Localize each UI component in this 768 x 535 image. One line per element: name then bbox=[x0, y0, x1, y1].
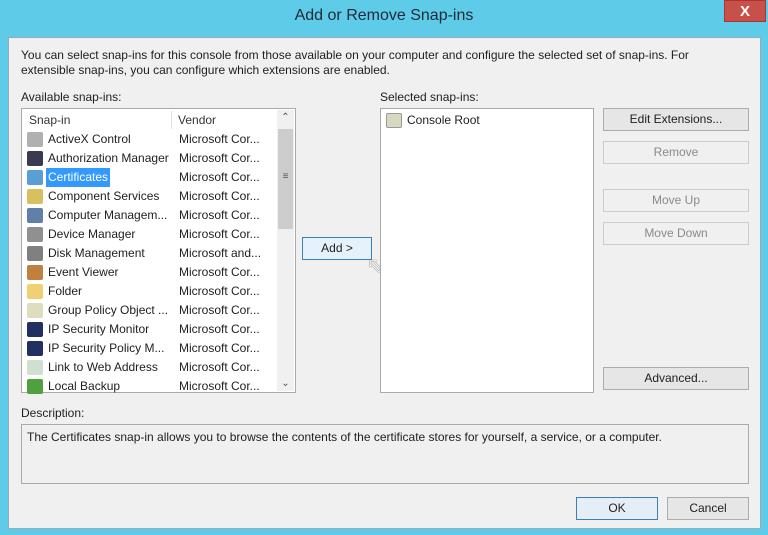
ip-security-monitor-icon bbox=[27, 322, 43, 337]
list-item[interactable]: Local Backup Microsoft Cor... bbox=[24, 377, 274, 396]
edit-extensions-button[interactable]: Edit Extensions... bbox=[603, 108, 749, 131]
cancel-button[interactable]: Cancel bbox=[667, 497, 749, 520]
list-item[interactable]: Computer Managem... Microsoft Cor... bbox=[24, 206, 274, 225]
snapin-vendor: Microsoft Cor... bbox=[179, 265, 260, 279]
description-text: The Certificates snap-in allows you to b… bbox=[27, 430, 662, 444]
list-item[interactable]: ActiveX Control Microsoft Cor... bbox=[24, 130, 274, 149]
remove-button[interactable]: Remove bbox=[603, 141, 749, 164]
scrollbar[interactable]: ⌃ ≡ ⌄ bbox=[277, 110, 294, 391]
list-item[interactable]: Device Manager Microsoft Cor... bbox=[24, 225, 274, 244]
snapin-vendor: Microsoft Cor... bbox=[179, 170, 260, 184]
snapin-vendor: Microsoft Cor... bbox=[179, 227, 260, 241]
list-item[interactable]: IP Security Monitor Microsoft Cor... bbox=[24, 320, 274, 339]
list-item[interactable]: Group Policy Object ... Microsoft Cor... bbox=[24, 301, 274, 320]
snapin-name: Computer Managem... bbox=[48, 208, 168, 222]
snapin-name: Device Manager bbox=[48, 227, 136, 241]
snapin-name: Certificates bbox=[46, 168, 111, 187]
certificates-icon bbox=[27, 170, 43, 185]
list-item[interactable]: Certificates Microsoft Cor... bbox=[24, 168, 274, 187]
snapin-name: IP Security Policy M... bbox=[48, 341, 165, 355]
event-viewer-icon bbox=[27, 265, 43, 280]
move-down-button[interactable]: Move Down bbox=[603, 222, 749, 245]
folder-icon bbox=[27, 284, 43, 299]
snapin-vendor: Microsoft Cor... bbox=[179, 341, 260, 355]
intro-text: You can select snap-ins for this console… bbox=[21, 48, 689, 77]
computer-management-icon bbox=[27, 208, 43, 223]
scroll-up-icon[interactable]: ⌃ bbox=[277, 112, 294, 123]
snapin-name: Event Viewer bbox=[48, 265, 119, 279]
authorization-icon bbox=[27, 151, 43, 166]
available-label: Available snap-ins: bbox=[21, 90, 122, 104]
selected-list[interactable]: Console Root bbox=[380, 108, 594, 393]
add-button[interactable]: Add > bbox=[302, 237, 372, 260]
snapin-vendor: Microsoft Cor... bbox=[179, 151, 260, 165]
snapin-name: ActiveX Control bbox=[48, 132, 131, 146]
snapin-vendor: Microsoft Cor... bbox=[179, 322, 260, 336]
list-item[interactable]: Disk Management Microsoft and... bbox=[24, 244, 274, 263]
close-button[interactable]: X bbox=[724, 0, 766, 22]
component-services-icon bbox=[27, 189, 43, 204]
list-item[interactable]: Console Root bbox=[383, 111, 633, 130]
advanced-button[interactable]: Advanced... bbox=[603, 367, 749, 390]
activex-icon bbox=[27, 132, 43, 147]
dialog-body: You can select snap-ins for this console… bbox=[8, 37, 761, 529]
snapin-name: Link to Web Address bbox=[48, 360, 158, 374]
snapin-name: IP Security Monitor bbox=[48, 322, 150, 336]
snapin-vendor: Microsoft Cor... bbox=[179, 303, 260, 317]
description-box: The Certificates snap-in allows you to b… bbox=[21, 424, 749, 484]
group-policy-icon bbox=[27, 303, 43, 318]
available-list[interactable]: Snap-in Vendor ActiveX Control Microsoft … bbox=[21, 108, 296, 396]
list-item[interactable]: Folder Microsoft Cor... bbox=[24, 282, 274, 301]
list-item[interactable]: Link to Web Address Microsoft Cor... bbox=[24, 358, 274, 377]
column-header-vendor[interactable]: Vendor bbox=[174, 111, 274, 129]
snapin-vendor: Microsoft Cor... bbox=[179, 284, 260, 298]
list-item[interactable]: Event Viewer Microsoft Cor... bbox=[24, 263, 274, 282]
snapin-name: Local Backup bbox=[48, 379, 121, 393]
column-header-snapin[interactable]: Snap-in bbox=[24, 111, 172, 129]
snapin-name: Authorization Manager bbox=[48, 151, 169, 165]
console-root-icon bbox=[386, 113, 402, 128]
window-title: Add or Remove Snap-ins bbox=[294, 7, 474, 24]
backup-icon bbox=[27, 379, 43, 394]
list-item[interactable]: Component Services Microsoft Cor... bbox=[24, 187, 274, 206]
move-up-button[interactable]: Move Up bbox=[603, 189, 749, 212]
snapin-vendor: Microsoft and... bbox=[179, 246, 262, 260]
scroll-down-icon[interactable]: ⌄ bbox=[277, 378, 294, 389]
grip-icon: ≡ bbox=[282, 171, 289, 182]
ok-button[interactable]: OK bbox=[576, 497, 658, 520]
snapin-vendor: Microsoft Cor... bbox=[179, 189, 260, 203]
list-item[interactable]: Authorization Manager Microsoft Cor... bbox=[24, 149, 274, 168]
snapin-name: Disk Management bbox=[48, 246, 145, 260]
ip-security-policy-icon bbox=[27, 341, 43, 356]
web-link-icon bbox=[27, 360, 43, 375]
snapin-name: Component Services bbox=[48, 189, 160, 203]
list-item[interactable]: IP Security Policy M... Microsoft Cor... bbox=[24, 339, 274, 358]
snapin-name: Folder bbox=[48, 284, 83, 298]
snapin-vendor: Microsoft Cor... bbox=[179, 132, 260, 146]
snapin-vendor: Microsoft Cor... bbox=[179, 208, 260, 222]
snapin-name: Group Policy Object ... bbox=[48, 303, 169, 317]
selected-label: Selected snap-ins: bbox=[380, 90, 479, 104]
disk-management-icon bbox=[27, 246, 43, 261]
snapin-vendor: Microsoft Cor... bbox=[179, 360, 260, 374]
snapin-vendor: Microsoft Cor... bbox=[179, 379, 260, 393]
device-manager-icon bbox=[27, 227, 43, 242]
description-label: Description: bbox=[21, 406, 85, 420]
